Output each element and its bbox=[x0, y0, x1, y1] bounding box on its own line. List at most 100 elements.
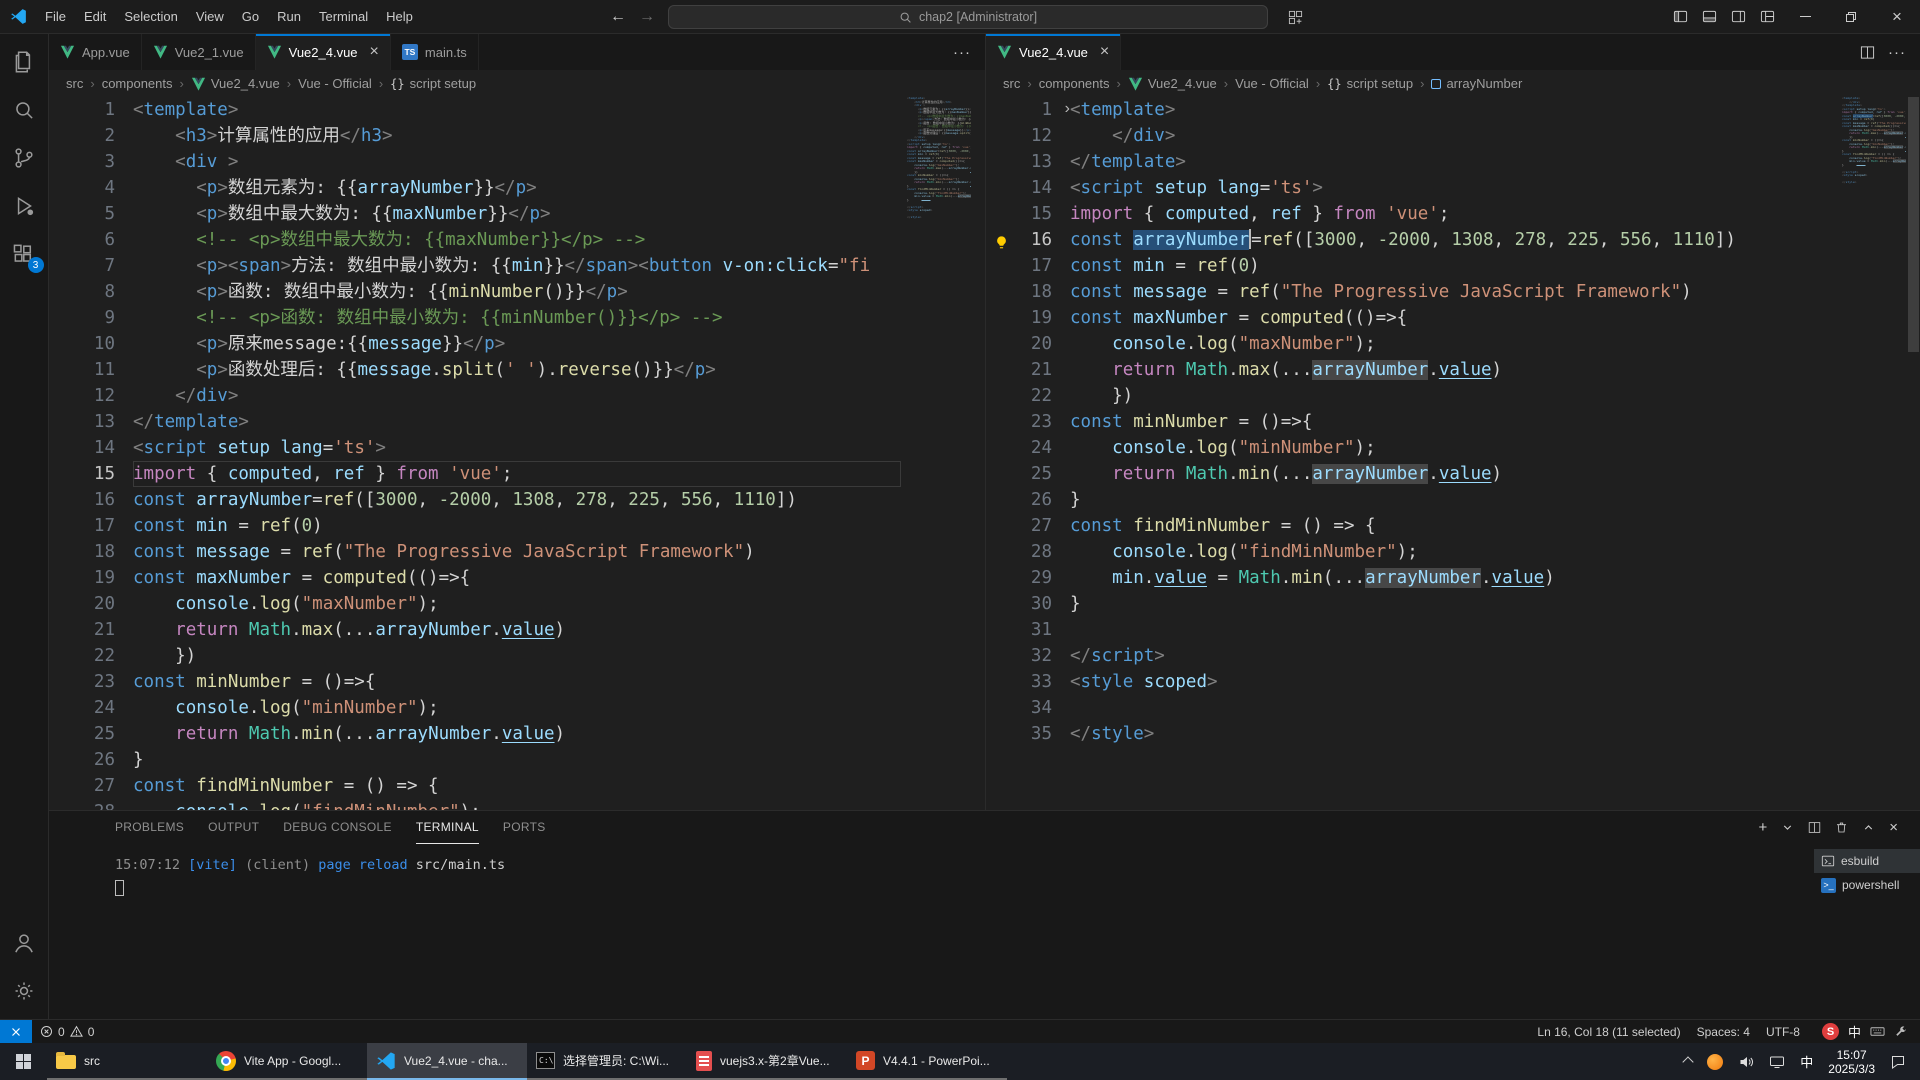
activity-source-control[interactable] bbox=[0, 134, 49, 182]
tab-Vue2_4.vue[interactable]: Vue2_4.vue× bbox=[986, 34, 1121, 70]
breadcrumb-item[interactable]: Vue2_4.vue bbox=[191, 76, 280, 91]
scrollbar-thumb[interactable] bbox=[1908, 97, 1919, 352]
layout-grid-icon[interactable] bbox=[1281, 0, 1310, 34]
code-content-right[interactable]: <template> </div></template><script setu… bbox=[1070, 97, 1836, 747]
tray-ime-indicator[interactable]: 中 bbox=[1800, 1052, 1813, 1071]
ime-tools-icon[interactable] bbox=[1894, 1025, 1908, 1039]
editor-group-left: App.vueVue2_1.vueVue2_4.vue×TSmain.ts ··… bbox=[49, 34, 986, 810]
command-center-search[interactable]: chap2 [Administrator] bbox=[668, 5, 1268, 29]
activity-settings[interactable] bbox=[0, 967, 49, 1015]
more-actions-icon[interactable]: ··· bbox=[1888, 44, 1906, 61]
indentation-status[interactable]: Spaces: 4 bbox=[1689, 1020, 1758, 1044]
panel-tab-debug-console[interactable]: DEBUG CONSOLE bbox=[283, 811, 392, 844]
code-content-left[interactable]: <template> <h3>计算属性的应用</h3> <div > <p>数组… bbox=[133, 97, 901, 810]
tab-Vue2_1.vue[interactable]: Vue2_1.vue bbox=[142, 34, 256, 70]
taskbar-app-cmd[interactable]: 选择管理员: C:\Wi... bbox=[527, 1043, 687, 1080]
ime-mode-indicator[interactable]: 中 bbox=[1848, 1022, 1861, 1041]
breadcrumb-item[interactable]: src bbox=[66, 76, 83, 91]
panel-tab-ports[interactable]: PORTS bbox=[503, 811, 546, 844]
minimap-left[interactable]: <template> <h3>计算属性的应用</h3> <div > <p>数组… bbox=[907, 97, 971, 220]
tray-expand-icon[interactable] bbox=[1683, 1056, 1694, 1067]
more-actions-icon[interactable]: ··· bbox=[953, 44, 971, 61]
taskbar-clock[interactable]: 15:07 2025/3/3 bbox=[1828, 1048, 1875, 1076]
code-editor-right[interactable]: 1›12131415161718192021222324252627282930… bbox=[986, 97, 1920, 810]
split-editor-icon[interactable] bbox=[1860, 45, 1875, 60]
taskbar-app-folder[interactable]: src bbox=[47, 1043, 207, 1080]
toggle-secondary-sidebar-icon[interactable] bbox=[1724, 0, 1753, 34]
breadcrumb-item[interactable]: components bbox=[102, 76, 173, 91]
cmd-icon bbox=[536, 1052, 555, 1069]
terminal-instance-esbuild[interactable]: esbuild bbox=[1814, 849, 1920, 873]
breadcrumb-item[interactable]: {}script setup bbox=[390, 76, 476, 91]
kill-terminal-icon[interactable] bbox=[1835, 821, 1848, 834]
menu-run[interactable]: Run bbox=[268, 0, 310, 33]
breadcrumb-item[interactable]: Vue - Official bbox=[1235, 76, 1309, 91]
close-button[interactable]: × bbox=[1874, 0, 1920, 34]
network-icon[interactable] bbox=[1769, 1054, 1785, 1070]
activity-extensions[interactable]: 3 bbox=[0, 230, 49, 278]
ime-keyboard-icon[interactable] bbox=[1870, 1024, 1885, 1039]
lightbulb-icon[interactable] bbox=[994, 232, 1009, 247]
menu-file[interactable]: File bbox=[36, 0, 75, 33]
code-line: </div> bbox=[1070, 123, 1836, 149]
customize-layout-icon[interactable] bbox=[1753, 0, 1782, 34]
breadcrumb-item[interactable]: Vue - Official bbox=[298, 76, 372, 91]
breadcrumb-item[interactable]: {}script setup bbox=[1327, 76, 1413, 91]
breadcrumb-item[interactable]: components bbox=[1039, 76, 1110, 91]
activity-explorer[interactable] bbox=[0, 38, 49, 86]
nav-back-icon[interactable]: ← bbox=[610, 8, 626, 26]
encoding-status[interactable]: UTF-8 bbox=[1758, 1020, 1808, 1044]
remote-indicator[interactable] bbox=[0, 1020, 32, 1044]
terminal-output[interactable]: 15:07:12 [vite] (client) page reload src… bbox=[115, 855, 505, 903]
activity-run-debug[interactable] bbox=[0, 182, 49, 230]
menu-go[interactable]: Go bbox=[233, 0, 268, 33]
terminal-dropdown-icon[interactable] bbox=[1781, 821, 1794, 834]
panel-tab-problems[interactable]: PROBLEMS bbox=[115, 811, 184, 844]
sogou-logo-icon[interactable]: S bbox=[1822, 1023, 1839, 1040]
line-number: 3 bbox=[49, 149, 115, 175]
activity-search[interactable] bbox=[0, 86, 49, 134]
start-button[interactable] bbox=[0, 1043, 47, 1080]
activity-account[interactable] bbox=[0, 919, 49, 967]
menu-view[interactable]: View bbox=[187, 0, 233, 33]
split-terminal-icon[interactable] bbox=[1808, 821, 1821, 834]
minimize-button[interactable] bbox=[1782, 0, 1828, 34]
new-terminal-icon[interactable]: + bbox=[1758, 819, 1767, 836]
tray-app-icon[interactable] bbox=[1707, 1054, 1723, 1070]
terminal-instance-powershell[interactable]: >_powershell bbox=[1814, 873, 1920, 897]
close-icon[interactable]: × bbox=[1100, 44, 1109, 60]
toggle-primary-sidebar-icon[interactable] bbox=[1666, 0, 1695, 34]
close-icon[interactable]: × bbox=[370, 44, 379, 60]
panel-tab-output[interactable]: OUTPUT bbox=[208, 811, 259, 844]
action-center-icon[interactable] bbox=[1890, 1054, 1906, 1070]
toggle-panel-icon[interactable] bbox=[1695, 0, 1724, 34]
taskbar-app-vscode[interactable]: Vue2_4.vue - cha... bbox=[367, 1043, 527, 1080]
taskbar-app-doc[interactable]: vuejs3.x-第2章Vue... bbox=[687, 1043, 847, 1080]
panel-tab-terminal[interactable]: TERMINAL bbox=[416, 811, 479, 844]
volume-icon[interactable] bbox=[1738, 1054, 1754, 1070]
tab-main.ts[interactable]: TSmain.ts bbox=[391, 34, 479, 70]
minimap-right[interactable]: <template> </div></template><script setu… bbox=[1842, 97, 1906, 185]
line-number: 33 bbox=[986, 669, 1052, 695]
taskbar-app-ppt[interactable]: PV4.4.1 - PowerPoi... bbox=[847, 1043, 1007, 1080]
tabbar-right: Vue2_4.vue× ··· bbox=[986, 34, 1920, 70]
close-panel-icon[interactable]: × bbox=[1889, 819, 1898, 836]
taskbar-app-chrome[interactable]: Vite App - Googl... bbox=[207, 1043, 367, 1080]
taskbar-app-label: vuejs3.x-第2章Vue... bbox=[720, 1052, 830, 1069]
settings-icon bbox=[11, 978, 37, 1004]
menu-edit[interactable]: Edit bbox=[75, 0, 115, 33]
nav-forward-icon[interactable]: → bbox=[639, 8, 655, 26]
code-editor-left[interactable]: 1234567891011121314151617181920212223242… bbox=[49, 97, 985, 810]
menu-help[interactable]: Help bbox=[377, 0, 422, 33]
restore-button[interactable] bbox=[1828, 0, 1874, 34]
breadcrumb-item[interactable]: src bbox=[1003, 76, 1020, 91]
breadcrumb-item[interactable]: Vue2_4.vue bbox=[1128, 76, 1217, 91]
tab-Vue2_4.vue[interactable]: Vue2_4.vue× bbox=[256, 34, 391, 70]
maximize-panel-icon[interactable] bbox=[1862, 821, 1875, 834]
tab-App.vue[interactable]: App.vue bbox=[49, 34, 142, 70]
cursor-position-status[interactable]: Ln 16, Col 18 (11 selected) bbox=[1529, 1020, 1688, 1044]
problems-status[interactable]: 0 0 bbox=[32, 1020, 102, 1044]
breadcrumb-item[interactable]: arrayNumber bbox=[1431, 76, 1522, 91]
menu-selection[interactable]: Selection bbox=[115, 0, 186, 33]
menu-terminal[interactable]: Terminal bbox=[310, 0, 377, 33]
